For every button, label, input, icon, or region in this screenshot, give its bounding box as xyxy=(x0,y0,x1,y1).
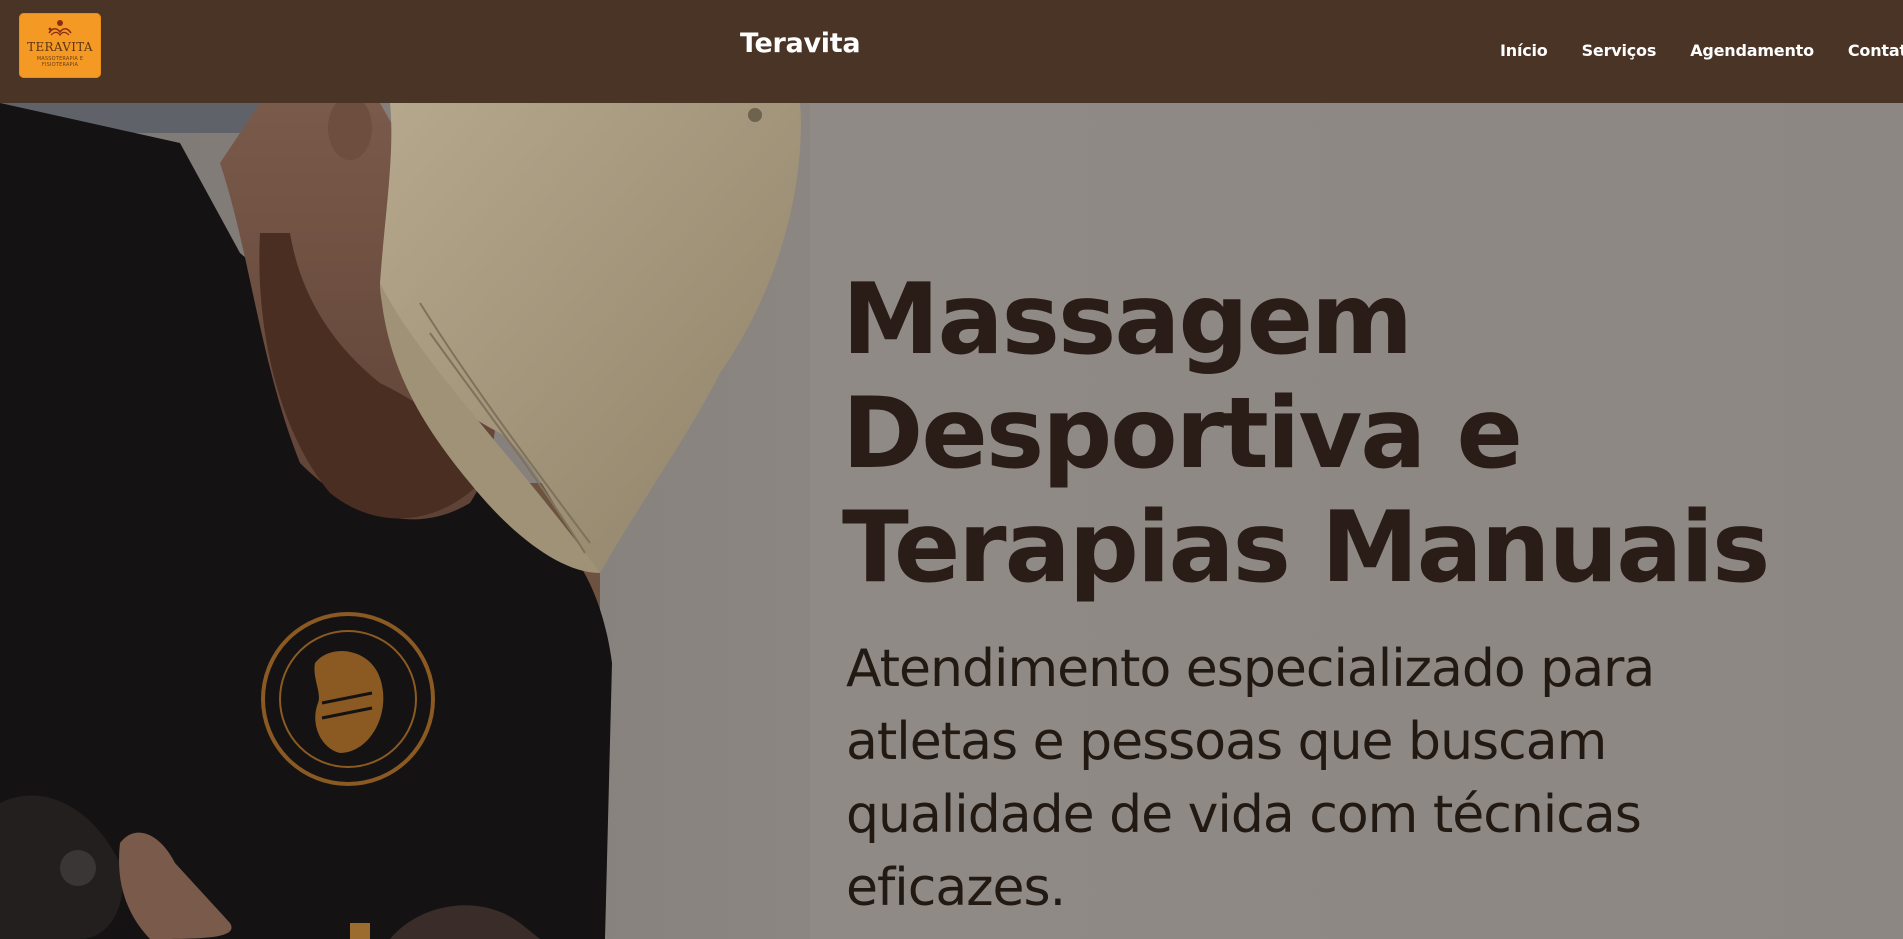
brand-logo[interactable]: TERAVITA MASSOTERAPIA E FISIOTERAPIA xyxy=(19,13,101,78)
nav-link-inicio[interactable]: Início xyxy=(1500,41,1548,60)
therapist-photo xyxy=(0,103,810,939)
lotus-hands-icon xyxy=(48,20,72,37)
logo-wordmark: TERAVITA xyxy=(27,40,93,54)
nav-link-contato[interactable]: Contato xyxy=(1848,41,1903,60)
nav-link-servicos[interactable]: Serviços xyxy=(1582,41,1657,60)
hero-subtitle: Atendimento especializado para atletas e… xyxy=(846,639,1655,918)
hero-section: Massagem Desportiva e Terapias Manuais A… xyxy=(0,103,1903,939)
hero-title: Massagem Desportiva e Terapias Manuais xyxy=(842,263,1770,605)
main-nav: Início Serviços Agendamento Contato xyxy=(1500,41,1903,60)
logo-tagline: MASSOTERAPIA E FISIOTERAPIA xyxy=(36,56,84,68)
nav-link-agendamento[interactable]: Agendamento xyxy=(1690,41,1814,60)
site-title: Teravita xyxy=(740,28,861,59)
site-header: TERAVITA MASSOTERAPIA E FISIOTERAPIA Ter… xyxy=(0,0,1903,103)
